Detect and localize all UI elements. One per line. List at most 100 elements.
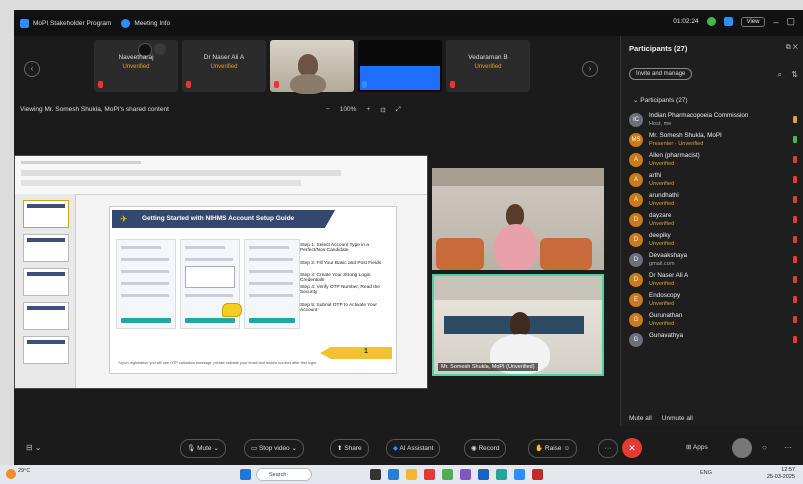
start-icon[interactable] — [240, 469, 251, 480]
slide-thumbnail[interactable] — [23, 234, 69, 262]
participant-row[interactable]: E Endoscopy Unverified — [629, 290, 799, 310]
ai-assistant-button[interactable]: ◆ AI Assistant — [386, 439, 441, 458]
participant-row[interactable]: Aarthi Unverified — [629, 170, 799, 190]
layout-grid-icon[interactable]: ⊟ ⌄ — [26, 443, 42, 452]
mic-status-icon[interactable] — [793, 216, 797, 223]
mic-status-icon[interactable] — [793, 176, 797, 183]
mic-status-icon[interactable] — [793, 256, 797, 263]
minimize-icon[interactable]: – — [773, 17, 778, 27]
slide-number-arrow: 1 — [320, 347, 392, 359]
mute-button[interactable]: 🎙 Mute ⌄ — [180, 439, 226, 458]
slide-thumbnail[interactable] — [23, 336, 69, 364]
chrome-icon[interactable] — [442, 469, 453, 480]
app-icon[interactable] — [460, 469, 471, 480]
powerpoint-icon[interactable] — [532, 469, 543, 480]
app-icon[interactable] — [424, 469, 435, 480]
video-tile[interactable]: Dr Naser Ali A Unverified — [182, 40, 266, 92]
secure-shield-icon[interactable] — [706, 17, 716, 26]
mic-status-icon[interactable] — [793, 196, 797, 203]
sort-icon[interactable]: ⇅ — [791, 70, 798, 79]
participant-name: Mr. Somesh Shukla, MoPI — [649, 132, 722, 139]
invite-manage-button[interactable]: Invite and manage — [629, 68, 693, 80]
stop-video-button[interactable]: ▭ Stop video ⌄ — [244, 439, 304, 458]
edge-icon[interactable] — [388, 469, 399, 480]
participant-video[interactable] — [432, 168, 604, 270]
file-explorer-icon[interactable] — [406, 469, 417, 480]
mic-muted-icon — [450, 81, 455, 88]
participant-name: arundhathi — [649, 192, 679, 199]
language-indicator[interactable]: ENG — [700, 470, 712, 476]
more-icon[interactable]: ⋯ — [784, 443, 792, 452]
raise-hand-button[interactable]: ✋ Raise ☺ — [528, 439, 577, 458]
word-icon[interactable] — [478, 469, 489, 480]
share-button[interactable]: ⬆ Share — [330, 439, 369, 458]
participant-row[interactable]: D Dr Naser Ali A Unverified — [629, 270, 799, 290]
zoom-out-button[interactable]: − — [326, 106, 330, 114]
mic-status-icon[interactable] — [793, 276, 797, 283]
mic-status-icon[interactable] — [793, 236, 797, 243]
video-tile[interactable] — [358, 40, 442, 92]
search-icon[interactable]: ⌕ — [778, 70, 782, 80]
system-clock[interactable]: 12:57 25-03-2025 — [767, 467, 795, 481]
mic-status-icon[interactable] — [793, 316, 797, 323]
layout-icon[interactable] — [723, 17, 733, 26]
webex-taskbar-icon[interactable] — [514, 469, 525, 480]
mic-status-icon[interactable] — [793, 336, 797, 343]
participant-status: Unverified — [649, 241, 675, 247]
fit-icon[interactable]: ⊡ — [380, 106, 385, 114]
zoom-in-button[interactable]: + — [366, 106, 370, 114]
chat-icon[interactable]: ○ — [762, 443, 767, 452]
participant-row[interactable]: D Devaakshaya gmail.com — [629, 250, 799, 270]
maximize-icon[interactable]: ▢ — [786, 16, 795, 27]
video-tile[interactable]: Vedaraman B Unverified — [446, 40, 530, 92]
participant-row[interactable]: Ddayzare Unverified — [629, 210, 799, 230]
app-icon[interactable] — [496, 469, 507, 480]
shared-screen[interactable]: Getting Started with NIHMS Account Setup… — [14, 155, 428, 389]
more-options-button[interactable]: ··· — [598, 439, 618, 458]
avatar: A — [629, 153, 643, 167]
participant-name: Gunavathya — [649, 332, 683, 339]
participant-row[interactable]: A Allen (pharmacist) Unverified — [629, 150, 799, 170]
meeting-info-tab[interactable]: Meeting Info — [121, 18, 170, 28]
weather-icon[interactable] — [6, 469, 16, 479]
app-tab[interactable]: MoPI Stakeholder Program — [20, 18, 111, 28]
participants-section-header[interactable]: ⌄ Participants (27) — [633, 96, 688, 104]
view-button[interactable]: View — [740, 16, 766, 27]
participant-row[interactable]: MS Mr. Somesh Shukla, MoPI Presenter · Unv… — [629, 130, 799, 150]
mic-status-icon[interactable] — [793, 296, 797, 303]
person-video — [298, 54, 318, 76]
unmute-all-button[interactable]: Unmute all — [662, 415, 693, 422]
slide-thumbnail[interactable] — [23, 268, 69, 296]
strip-prev-icon[interactable]: ‹ — [24, 61, 40, 77]
mic-status-icon[interactable] — [793, 156, 797, 163]
participant-row[interactable]: G Gunavathya — [629, 330, 799, 350]
end-meeting-button[interactable]: ✕ — [622, 438, 642, 458]
panel-popout-close[interactable]: ⧉ ✕ — [786, 44, 798, 52]
record-button[interactable]: ◉ Record — [464, 439, 507, 458]
apps-button[interactable]: ⊞ Apps — [686, 443, 708, 451]
slide-thumbnail[interactable] — [23, 200, 69, 228]
ai-assistant-icon: ◆ — [393, 445, 398, 452]
participant-row[interactable]: Ddeepiky Unverified — [629, 230, 799, 250]
participant-row[interactable]: G Gurunathan Unverified — [629, 310, 799, 330]
participant-strip: ‹ Naveetharaj Unverified Dr Naser Ali A … — [14, 36, 614, 96]
participant-row[interactable]: IC Indian Pharmacopoeia Commission Host, m… — [629, 110, 799, 130]
mic-status-icon[interactable] — [793, 116, 797, 123]
mic-status-icon[interactable] — [793, 136, 797, 143]
strip-next-icon[interactable]: › — [582, 61, 598, 77]
mute-all-button[interactable]: Mute all — [629, 415, 652, 422]
pop-out-icon[interactable]: ⤢ — [396, 106, 401, 114]
form-screenshot — [116, 239, 176, 329]
current-slide: Getting Started with NIHMS Account Setup… — [109, 206, 397, 374]
presenter-video[interactable]: Mr. Somesh Shukla, MoPI (Unverified) — [432, 274, 604, 376]
video-tile[interactable]: Naveetharaj Unverified — [94, 40, 178, 92]
taskbar-search[interactable]: Search — [256, 468, 312, 481]
avatar: D — [629, 213, 643, 227]
participants-icon[interactable] — [732, 438, 752, 458]
video-tile[interactable] — [270, 40, 354, 94]
task-view-icon[interactable] — [370, 469, 381, 480]
slide-thumbnail[interactable] — [23, 302, 69, 330]
presenter-name-label: Mr. Somesh Shukla, MoPI (Unverified) — [438, 363, 538, 371]
participant-status: Unverified — [649, 181, 675, 187]
participant-row[interactable]: Aarundhathi Unverified — [629, 190, 799, 210]
